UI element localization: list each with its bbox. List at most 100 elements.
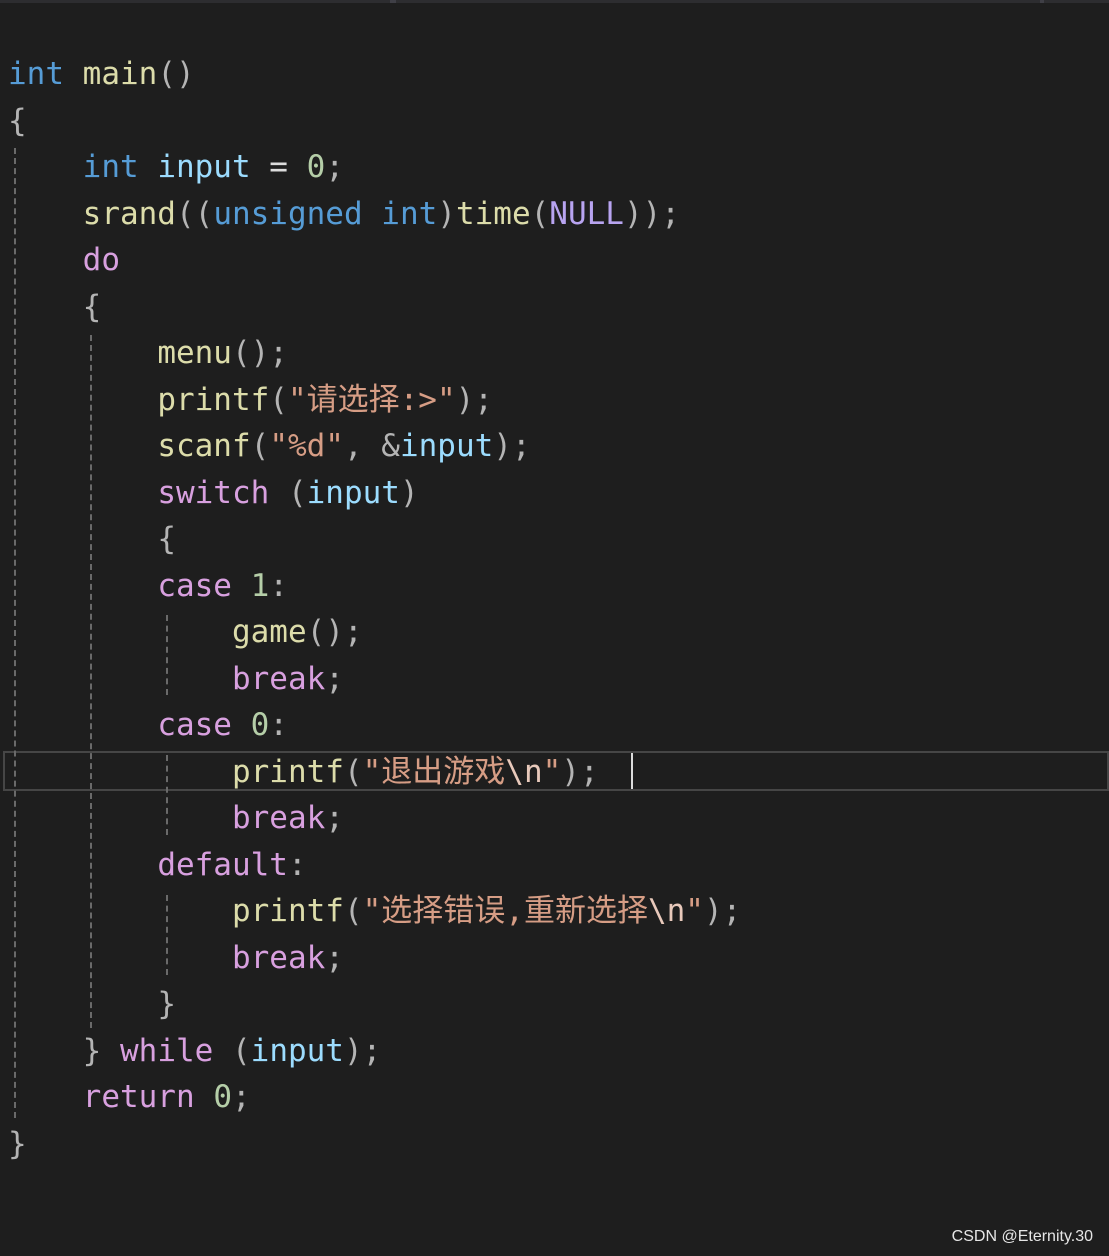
code-line[interactable]: }: [8, 981, 176, 1027]
code-token: {: [157, 521, 176, 557]
code-token: return: [82, 1079, 195, 1115]
code-token: (: [250, 428, 270, 464]
code-line[interactable]: scanf("%d", &input);: [8, 423, 530, 469]
code-token: NULL: [549, 195, 624, 232]
code-token: 0: [250, 707, 270, 743]
code-token: ((: [175, 195, 214, 232]
code-line[interactable]: menu();: [8, 330, 288, 376]
code-token: scanf: [157, 428, 251, 464]
code-token: );: [343, 1032, 382, 1069]
code-token: ): [437, 195, 456, 232]
code-token: "退出游戏: [362, 753, 506, 790]
code-token: time: [455, 195, 531, 232]
code-token: input: [250, 1032, 344, 1069]
code-line[interactable]: {: [8, 284, 102, 330]
code-token: (: [343, 893, 363, 929]
code-line[interactable]: {: [8, 516, 176, 562]
code-token: 1: [250, 567, 270, 604]
code-editor[interactable]: int main(){ int input = 0; srand((unsign…: [0, 0, 1109, 1256]
code-token: unsigned: [213, 195, 363, 232]
text-caret: [631, 753, 633, 789]
code-token: ();: [231, 335, 288, 371]
code-token: \n: [647, 893, 686, 929]
code-token: 0: [306, 149, 326, 185]
code-line[interactable]: default:: [8, 842, 306, 888]
code-token: break: [231, 800, 326, 836]
code-token: (: [343, 753, 363, 790]
code-token: break: [231, 939, 326, 976]
code-token: ;: [325, 149, 344, 185]
code-token: :: [269, 707, 288, 743]
code-token: );: [561, 753, 599, 790]
code-token: menu: [157, 335, 232, 371]
code-line[interactable]: printf("请选择:>");: [8, 377, 493, 423]
code-line[interactable]: break;: [8, 795, 344, 841]
code-line[interactable]: break;: [8, 656, 344, 702]
code-line[interactable]: }: [8, 1121, 27, 1167]
code-line[interactable]: game();: [8, 609, 363, 655]
code-token: }: [8, 1125, 27, 1162]
code-token: switch: [157, 474, 270, 511]
code-line[interactable]: srand((unsigned int)time(NULL));: [8, 191, 680, 237]
code-token: "选择错误,重新选择: [362, 893, 648, 929]
code-line[interactable]: int main(): [8, 51, 195, 97]
code-token: printf: [231, 893, 344, 929]
code-token: ;: [325, 939, 344, 976]
code-token: break: [231, 660, 326, 697]
code-token: ;: [325, 800, 344, 836]
code-token: (: [269, 474, 307, 511]
code-line[interactable]: switch (input): [8, 470, 419, 516]
code-token: ": [542, 753, 562, 790]
code-token: (: [530, 195, 550, 232]
code-token: (: [213, 1032, 251, 1069]
code-token: main: [64, 56, 158, 92]
code-line[interactable]: printf("选择错误,重新选择\n");: [8, 888, 741, 934]
code-line[interactable]: {: [8, 98, 27, 144]
code-token: {: [8, 102, 27, 139]
code-token: case: [157, 567, 232, 604]
code-token: input: [399, 428, 494, 464]
code-token: :: [269, 567, 288, 604]
code-token: int: [82, 149, 139, 185]
code-token: printf: [231, 753, 344, 790]
code-token: int: [381, 195, 438, 232]
code-token: while: [120, 1032, 214, 1069]
code-token: input: [138, 149, 251, 185]
code-line[interactable]: case 0:: [8, 702, 288, 748]
code-line[interactable]: int input = 0;: [8, 144, 344, 190]
code-token: );: [455, 381, 493, 418]
code-line[interactable]: return 0;: [8, 1074, 251, 1120]
code-token: game: [231, 614, 307, 650]
code-line[interactable]: do: [8, 237, 120, 283]
code-line-current[interactable]: printf("退出游戏\n");: [8, 749, 599, 795]
code-line[interactable]: } while (input);: [8, 1028, 382, 1074]
code-token: ));: [623, 195, 680, 232]
code-token: ): [399, 474, 419, 511]
code-token: printf: [157, 381, 270, 418]
code-token: }: [82, 1032, 102, 1069]
code-line[interactable]: break;: [8, 935, 344, 981]
code-token: =: [250, 149, 307, 185]
code-line[interactable]: case 1:: [8, 563, 288, 609]
code-token: \n: [505, 753, 543, 790]
code-token: ;: [231, 1079, 251, 1115]
code-token: ();: [306, 614, 363, 650]
code-token: ": [685, 893, 704, 929]
code-token: (): [157, 56, 195, 92]
watermark: CSDN @Eternity.30: [951, 1228, 1093, 1245]
